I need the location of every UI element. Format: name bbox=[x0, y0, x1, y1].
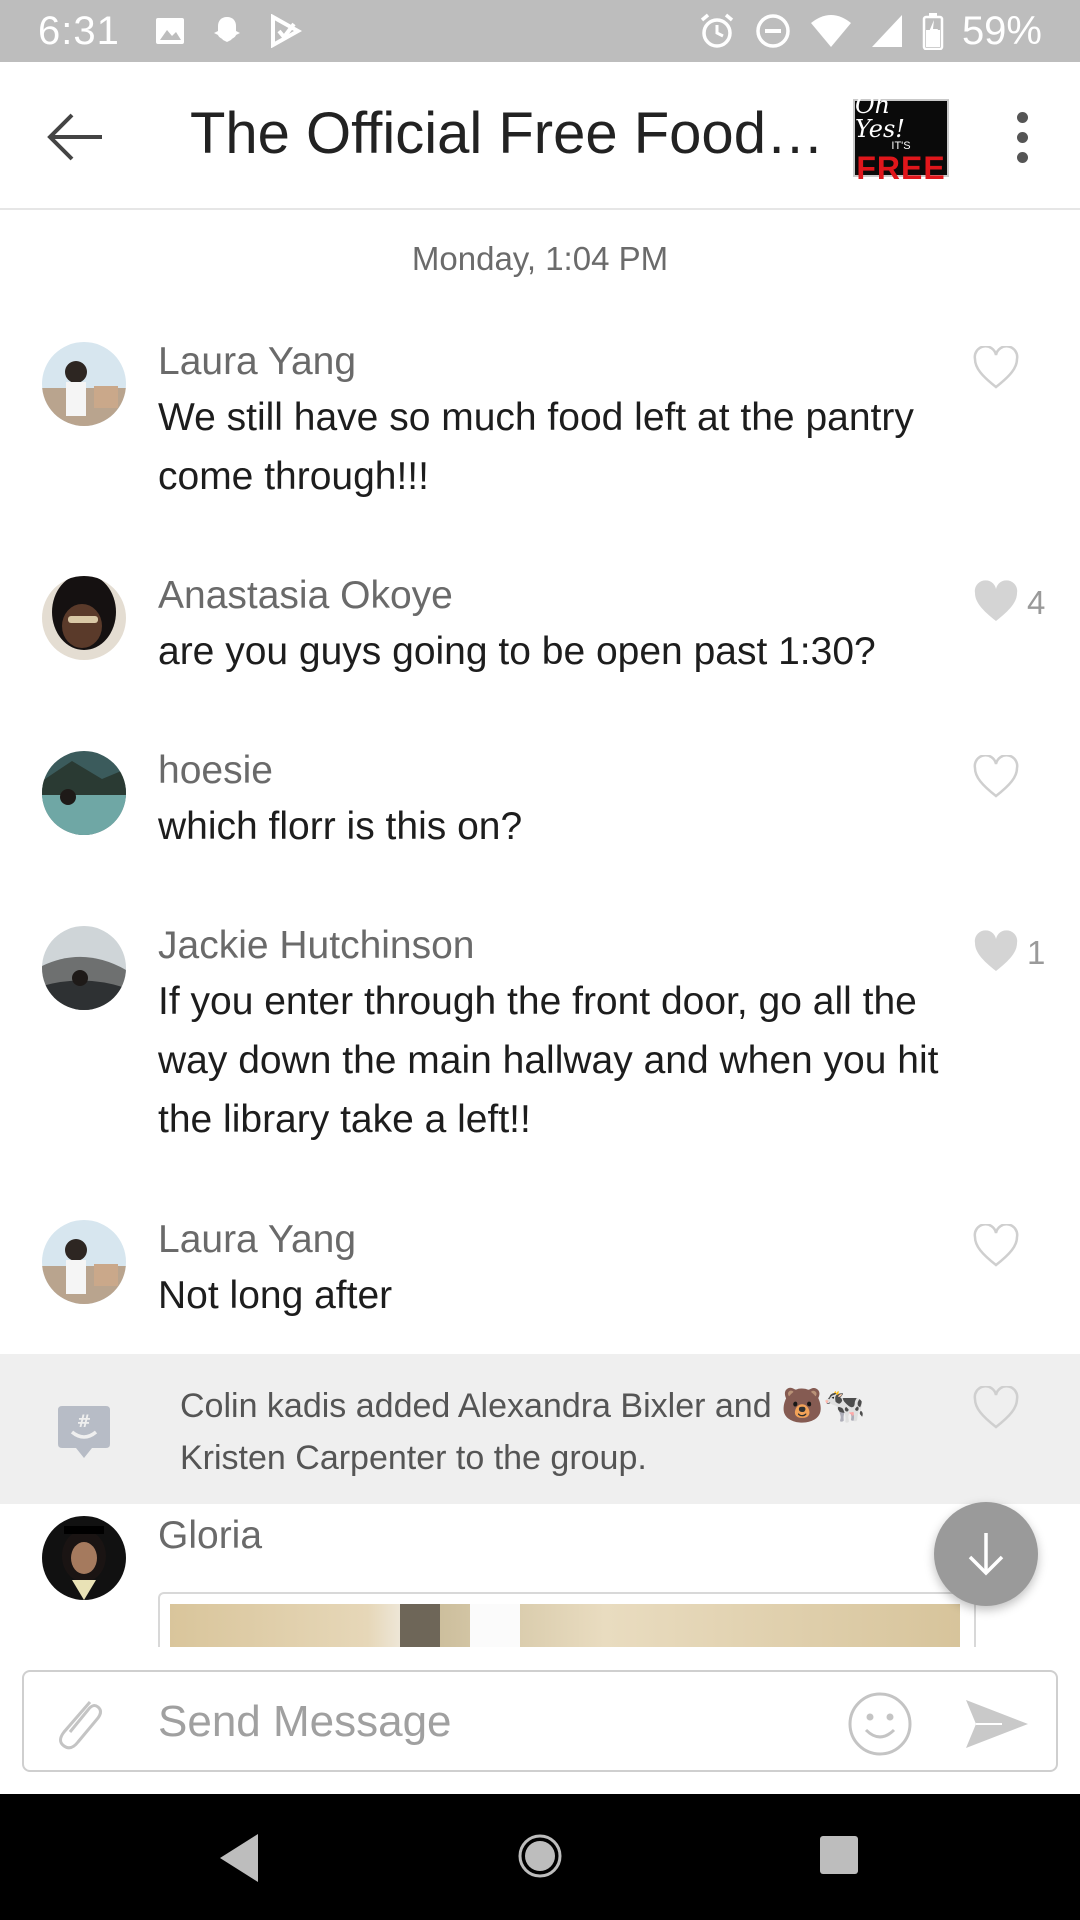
dnd-icon bbox=[756, 14, 790, 48]
group-system-icon: # bbox=[58, 1406, 110, 1458]
message-author[interactable]: Anastasia Okoye bbox=[158, 574, 453, 618]
group-avatar[interactable]: Oh Yes! IT'S FREE bbox=[853, 93, 949, 184]
avatar[interactable] bbox=[42, 576, 126, 660]
group-title[interactable]: The Official Free Food … bbox=[190, 100, 830, 167]
message-text: If you enter through the front door, go … bbox=[158, 980, 939, 1141]
system-navigation-bar bbox=[0, 1794, 1080, 1920]
arrow-back-icon bbox=[47, 113, 102, 161]
play-store-icon bbox=[270, 14, 302, 48]
snapchat-icon bbox=[213, 17, 240, 42]
avatar[interactable] bbox=[42, 751, 126, 835]
send-icon bbox=[966, 1700, 1028, 1748]
message-author[interactable]: hoesie bbox=[158, 749, 273, 793]
heart-filled-icon bbox=[974, 930, 1018, 971]
nav-home-icon[interactable] bbox=[516, 1832, 564, 1880]
avatar[interactable] bbox=[42, 342, 126, 426]
wifi-icon bbox=[810, 15, 851, 47]
like-button[interactable] bbox=[972, 1385, 1020, 1430]
like-count: 4 bbox=[1027, 584, 1046, 621]
like-button[interactable] bbox=[972, 580, 1020, 624]
message-input[interactable] bbox=[158, 1686, 838, 1758]
message-author[interactable]: Gloria bbox=[158, 1514, 262, 1558]
avatar[interactable] bbox=[42, 1220, 126, 1304]
avatar[interactable] bbox=[42, 926, 126, 1010]
nav-back-icon[interactable] bbox=[216, 1832, 262, 1884]
overflow-dot bbox=[1016, 131, 1028, 143]
status-time: 6:31 bbox=[38, 8, 120, 53]
image-icon bbox=[155, 18, 184, 44]
logo-free-text: FREE bbox=[856, 149, 946, 186]
arrow-down-icon bbox=[968, 1533, 1004, 1576]
like-button[interactable] bbox=[972, 930, 1020, 974]
message-text: which florr is this on? bbox=[158, 805, 523, 848]
app-bar: The Official Free Food … Oh Yes! IT'S FR… bbox=[0, 62, 1080, 210]
alarm-icon bbox=[700, 13, 734, 48]
send-button[interactable] bbox=[962, 1694, 1032, 1754]
avatar[interactable] bbox=[42, 1516, 126, 1600]
smiley-icon bbox=[848, 1692, 912, 1756]
system-message-text: Colin kadis added Alexandra Bixler and 🐻… bbox=[180, 1387, 866, 1477]
back-button[interactable] bbox=[40, 102, 110, 172]
like-count: 1 bbox=[1027, 934, 1046, 971]
overflow-dot bbox=[1016, 151, 1028, 163]
heart-outline-icon bbox=[973, 1223, 1019, 1267]
image-attachment-content bbox=[170, 1604, 960, 1647]
scroll-to-bottom-button[interactable] bbox=[934, 1502, 1038, 1606]
nav-recents-icon[interactable] bbox=[818, 1834, 860, 1876]
overflow-dot bbox=[1016, 111, 1028, 123]
message-text: We still have so much food left at the p… bbox=[158, 396, 914, 498]
chat-list[interactable]: Monday, 1:04 PM Laura Yang We still have… bbox=[0, 212, 1080, 1647]
heart-outline-icon bbox=[973, 1385, 1019, 1429]
system-message: # Colin kadis added Alexandra Bixler and… bbox=[0, 1354, 1080, 1504]
status-bar: 6:31 59% bbox=[0, 0, 1080, 62]
message-composer bbox=[22, 1670, 1058, 1772]
like-button[interactable] bbox=[972, 345, 1020, 390]
battery-icon bbox=[922, 13, 944, 50]
logo-top-text: Oh Yes! bbox=[855, 90, 905, 143]
message-text: Not long after bbox=[158, 1274, 393, 1317]
heart-outline-icon bbox=[973, 345, 1019, 389]
message-author[interactable]: Jackie Hutchinson bbox=[158, 924, 475, 968]
overflow-menu-button[interactable] bbox=[1000, 102, 1044, 172]
like-button[interactable] bbox=[972, 754, 1020, 799]
svg-text:#: # bbox=[77, 1412, 91, 1432]
heart-outline-icon bbox=[973, 754, 1019, 798]
signal-icon bbox=[871, 15, 902, 47]
like-button[interactable] bbox=[972, 1223, 1020, 1268]
message-author[interactable]: Laura Yang bbox=[158, 340, 356, 384]
battery-percent: 59% bbox=[961, 8, 1042, 53]
message-text: are you guys going to be open past 1:30? bbox=[158, 630, 876, 673]
emoji-button[interactable] bbox=[846, 1690, 914, 1758]
message-author[interactable]: Laura Yang bbox=[158, 1218, 356, 1262]
status-left-icons bbox=[154, 14, 302, 48]
status-right-icons: 59% bbox=[698, 9, 1042, 54]
paperclip-icon bbox=[59, 1701, 102, 1750]
attach-button[interactable] bbox=[48, 1690, 108, 1754]
date-separator: Monday, 1:04 PM bbox=[411, 240, 669, 277]
heart-filled-icon bbox=[974, 580, 1018, 621]
image-attachment[interactable] bbox=[158, 1592, 976, 1647]
